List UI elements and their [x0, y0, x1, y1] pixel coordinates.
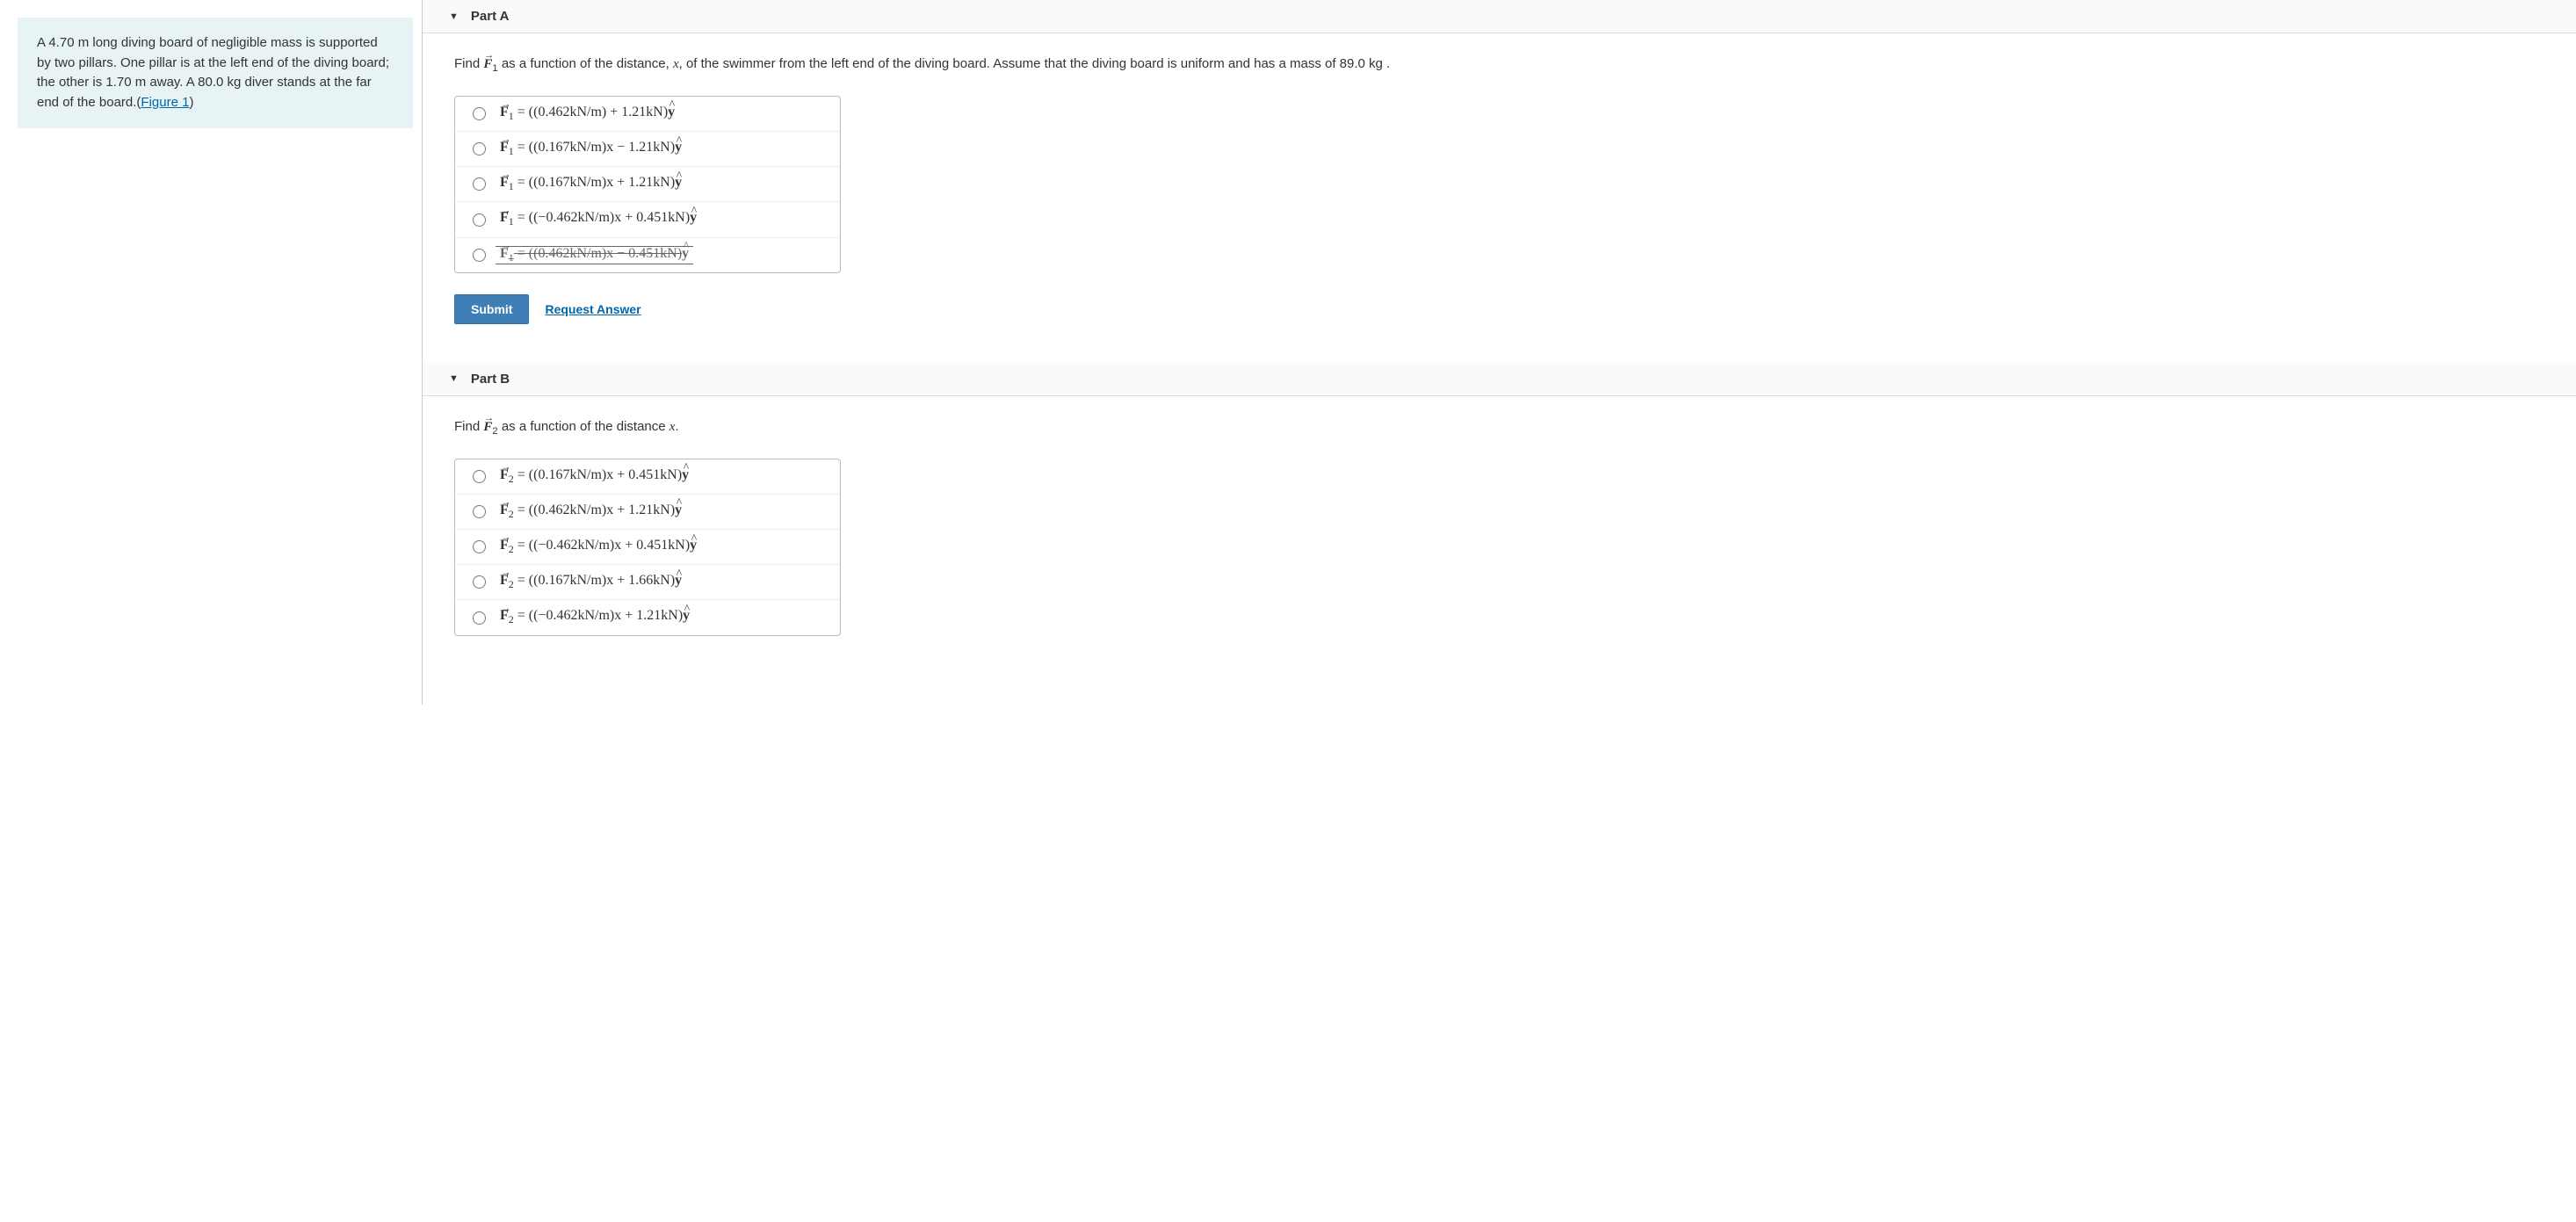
option-radio[interactable]: [473, 249, 486, 262]
option-radio[interactable]: [473, 611, 486, 625]
option-row[interactable]: F1 = ((0.167kN/m)x + 1.21kN)y: [455, 167, 840, 202]
option-formula: F2 = ((0.462kN/m)x + 1.21kN)y: [500, 503, 682, 521]
option-row[interactable]: F2 = ((−0.462kN/m)x + 1.21kN)y: [455, 600, 840, 634]
option-row[interactable]: F2 = ((0.167kN/m)x + 0.451kN)y: [455, 459, 840, 495]
option-radio[interactable]: [473, 540, 486, 553]
submit-button[interactable]: Submit: [454, 294, 529, 324]
caret-down-icon: ▼: [449, 373, 459, 384]
option-formula: F1 = ((0.462kN/m)x − 0.451kN)y: [500, 246, 689, 261]
option-radio[interactable]: [473, 575, 486, 589]
option-radio[interactable]: [473, 505, 486, 518]
option-formula: F1 = ((0.167kN/m)x − 1.21kN)y: [500, 140, 682, 158]
option-formula: F2 = ((0.167kN/m)x + 1.66kN)y: [500, 573, 682, 591]
option-row-eliminated[interactable]: F1 = ((0.462kN/m)x − 0.451kN)y: [455, 238, 840, 272]
part-b-options: F2 = ((0.167kN/m)x + 0.451kN)y F2 = ((0.…: [454, 459, 841, 636]
option-formula: F1 = ((−0.462kN/m)x + 0.451kN)y: [500, 210, 697, 228]
part-a-title: Part A: [471, 9, 510, 24]
part-b-header[interactable]: ▼ Part B: [423, 363, 2576, 396]
caret-down-icon: ▼: [449, 11, 459, 22]
part-b-question: Find F2 as a function of the distance x.: [454, 417, 2544, 439]
option-formula: F2 = ((−0.462kN/m)x + 1.21kN)y: [500, 608, 690, 626]
part-a-header[interactable]: ▼ Part A: [423, 0, 2576, 33]
option-radio[interactable]: [473, 177, 486, 191]
option-radio[interactable]: [473, 470, 486, 483]
option-formula: F1 = ((0.462kN/m) + 1.21kN)y: [500, 105, 675, 123]
option-row[interactable]: F2 = ((0.167kN/m)x + 1.66kN)y: [455, 565, 840, 600]
problem-panel: A 4.70 m long diving board of negligible…: [0, 0, 422, 705]
option-formula: F1 = ((0.167kN/m)x + 1.21kN)y: [500, 175, 682, 193]
option-radio[interactable]: [473, 107, 486, 120]
part-b-body: Find F2 as a function of the distance x.…: [423, 396, 2576, 678]
problem-text-suffix: ): [189, 95, 193, 110]
option-formula: F2 = ((0.167kN/m)x + 0.451kN)y: [500, 467, 689, 486]
answer-panel: ▼ Part A Find F1 as a function of the di…: [422, 0, 2576, 705]
part-b-title: Part B: [471, 372, 510, 387]
option-row[interactable]: F2 = ((−0.462kN/m)x + 0.451kN)y: [455, 530, 840, 565]
option-row[interactable]: F1 = ((−0.462kN/m)x + 0.451kN)y: [455, 202, 840, 237]
part-a-question: Find F1 as a function of the distance, x…: [454, 54, 2544, 76]
figure-link[interactable]: Figure 1: [141, 95, 189, 110]
part-a-buttons: Submit Request Answer: [454, 294, 2544, 324]
part-a-options: F1 = ((0.462kN/m) + 1.21kN)y F1 = ((0.16…: [454, 96, 841, 273]
option-row[interactable]: F1 = ((0.167kN/m)x − 1.21kN)y: [455, 132, 840, 167]
option-radio[interactable]: [473, 142, 486, 155]
option-row[interactable]: F2 = ((0.462kN/m)x + 1.21kN)y: [455, 495, 840, 530]
option-radio[interactable]: [473, 213, 486, 227]
option-formula: F2 = ((−0.462kN/m)x + 0.451kN)y: [500, 538, 697, 556]
problem-text: A 4.70 m long diving board of negligible…: [37, 35, 389, 110]
problem-statement-box: A 4.70 m long diving board of negligible…: [18, 18, 413, 128]
option-row[interactable]: F1 = ((0.462kN/m) + 1.21kN)y: [455, 97, 840, 132]
request-answer-link[interactable]: Request Answer: [545, 302, 640, 316]
part-a-body: Find F1 as a function of the distance, x…: [423, 33, 2576, 345]
